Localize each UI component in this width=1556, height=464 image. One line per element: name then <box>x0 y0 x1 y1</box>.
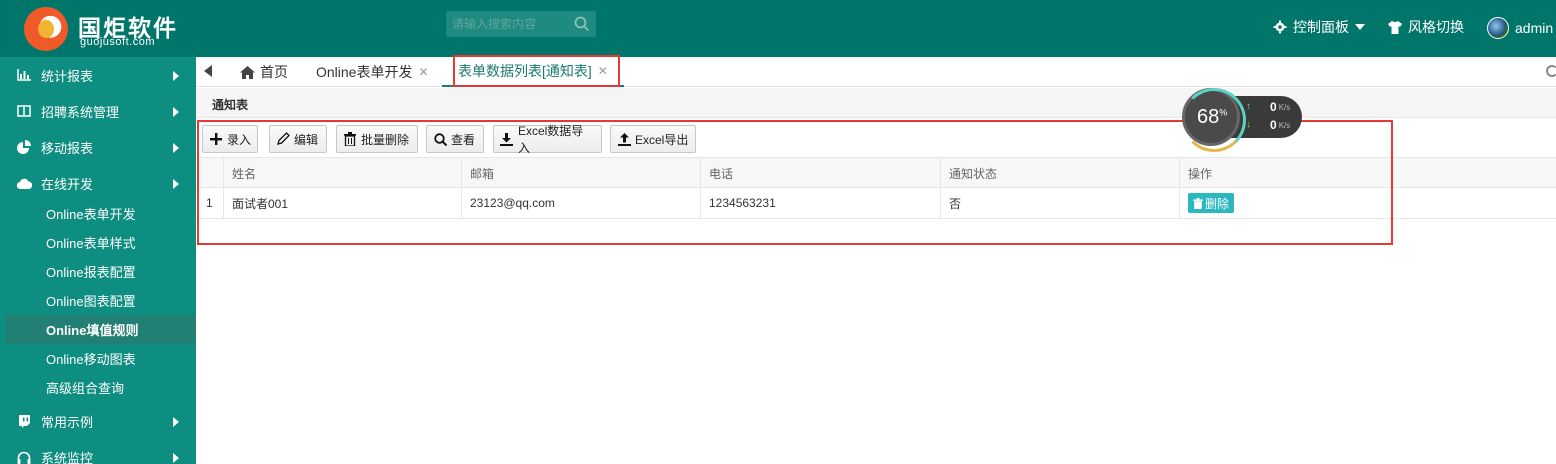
sidebar-item-label: 统计报表 <box>41 68 94 84</box>
home-icon <box>240 65 255 79</box>
refresh-icon[interactable] <box>1546 65 1556 77</box>
pie-chart-icon <box>16 140 32 154</box>
download-speed: 0 K/s <box>1270 118 1290 132</box>
sidebar-sub-label: Online表单开发 <box>46 207 136 222</box>
arrow-down-icon: ↓ <box>1246 119 1251 130</box>
download-speed-value: 0 <box>1270 118 1277 132</box>
speed-unit: K/s <box>1278 120 1291 130</box>
sidebar-sub-advanced-query[interactable]: 高级组合查询 <box>0 373 196 402</box>
highlight-box-tab <box>453 55 620 87</box>
style-switch-button[interactable]: 风格切换 <box>1388 17 1464 37</box>
search-input[interactable] <box>452 15 562 33</box>
sidebar-item-examples[interactable]: 常用示例 <box>0 403 196 439</box>
sidebar-item-label: 常用示例 <box>41 414 94 430</box>
sidebar-sub-online-report-config[interactable]: Online报表配置 <box>0 257 196 286</box>
chevron-right-icon <box>173 143 179 153</box>
tab-home[interactable]: 首页 <box>240 57 288 87</box>
sidebar-sub-online-chart-config[interactable]: Online图表配置 <box>0 286 196 315</box>
memory-gauge: 68% <box>1182 88 1246 152</box>
control-panel-menu[interactable]: 控制面板 <box>1273 17 1365 37</box>
sidebar-sub-label: 高级组合查询 <box>46 381 125 396</box>
tab-label: 首页 <box>260 64 288 80</box>
sidebar-item-online-dev[interactable]: 在线开发 <box>0 165 196 201</box>
avatar <box>1487 17 1509 39</box>
username: admin <box>1515 20 1554 36</box>
twitch-icon <box>16 414 32 428</box>
sidebar-item-recruitment[interactable]: 招聘系统管理 <box>0 93 196 129</box>
sidebar-sub-label: Online图表配置 <box>46 294 136 309</box>
control-panel-label: 控制面板 <box>1293 19 1349 35</box>
close-icon[interactable]: ✕ <box>418 65 428 79</box>
sidebar-sub-label: Online报表配置 <box>46 265 136 280</box>
sidebar-item-label: 招聘系统管理 <box>41 104 120 120</box>
sidebar-sub-label: Online填值规则 <box>46 323 139 338</box>
memory-percent-unit: % <box>1219 107 1228 118</box>
style-switch-label: 风格切换 <box>1408 19 1464 35</box>
bar-chart-icon <box>16 68 32 82</box>
page-title: 通知表 <box>212 98 249 112</box>
sidebar-sub-online-mobile-chart[interactable]: Online移动图表 <box>0 344 196 373</box>
page-title-bar: 通知表 <box>196 88 1556 118</box>
tab-online-form-dev[interactable]: Online表单开发 ✕ <box>316 57 429 87</box>
sidebar-item-monitoring[interactable]: 系统监控 <box>0 439 196 464</box>
tab-scroll-left-icon[interactable] <box>204 65 212 77</box>
gear-icon <box>1273 20 1287 34</box>
memory-percent: 68% <box>1197 106 1227 129</box>
tab-label: Online表单开发 <box>316 64 413 80</box>
logo-domain: guojusoft.com <box>80 36 155 48</box>
user-menu[interactable]: admin <box>1487 17 1553 39</box>
upload-speed-value: 0 <box>1270 100 1277 114</box>
chevron-right-icon <box>173 453 179 463</box>
tab-bar: 首页 Online表单开发 ✕ 表单数据列表[通知表] ✕ <box>196 57 1556 87</box>
sidebar-item-mobile-reports[interactable]: 移动报表 <box>0 129 196 165</box>
chevron-right-icon <box>173 417 179 427</box>
sidebar-item-label: 在线开发 <box>41 176 94 192</box>
network-speed-widget[interactable]: ↑ ↓ 0 K/s 0 K/s 68% <box>1182 88 1302 152</box>
sidebar-sub-online-form-style[interactable]: Online表单样式 <box>0 228 196 257</box>
sidebar-item-label: 系统监控 <box>41 450 94 464</box>
caret-down-icon <box>1355 24 1365 30</box>
search-box <box>446 11 596 37</box>
top-header: 国炬软件 guojusoft.com 控制面板 风格切换 admin <box>0 0 1556 57</box>
chevron-right-icon <box>173 179 179 189</box>
sidebar-item-label: 移动报表 <box>41 140 94 156</box>
chevron-right-icon <box>173 71 179 81</box>
speed-unit: K/s <box>1278 102 1291 112</box>
cloud-icon <box>16 176 32 190</box>
chevron-right-icon <box>173 107 179 117</box>
search-icon[interactable] <box>574 16 590 32</box>
tshirt-icon <box>1388 20 1402 34</box>
sidebar-sub-label: Online表单样式 <box>46 236 136 251</box>
sidebar-sub-online-fill-rules[interactable]: Online填值规则 <box>6 315 196 344</box>
upload-speed: 0 K/s <box>1270 100 1290 114</box>
memory-percent-value: 68 <box>1197 106 1220 128</box>
columns-icon <box>16 104 32 118</box>
sidebar-sub-label: Online移动图表 <box>46 352 136 367</box>
headphones-icon <box>16 450 32 464</box>
arrow-up-icon: ↑ <box>1246 101 1251 112</box>
sidebar-sub-online-form-dev[interactable]: Online表单开发 <box>0 199 196 228</box>
logo-mark-icon <box>24 7 68 51</box>
sidebar-item-stat-reports[interactable]: 统计报表 <box>0 57 196 93</box>
sidebar: 统计报表 招聘系统管理 移动报表 在线开发 Online表单开发 Online表… <box>0 57 196 464</box>
logo[interactable]: 国炬软件 guojusoft.com <box>22 5 192 51</box>
